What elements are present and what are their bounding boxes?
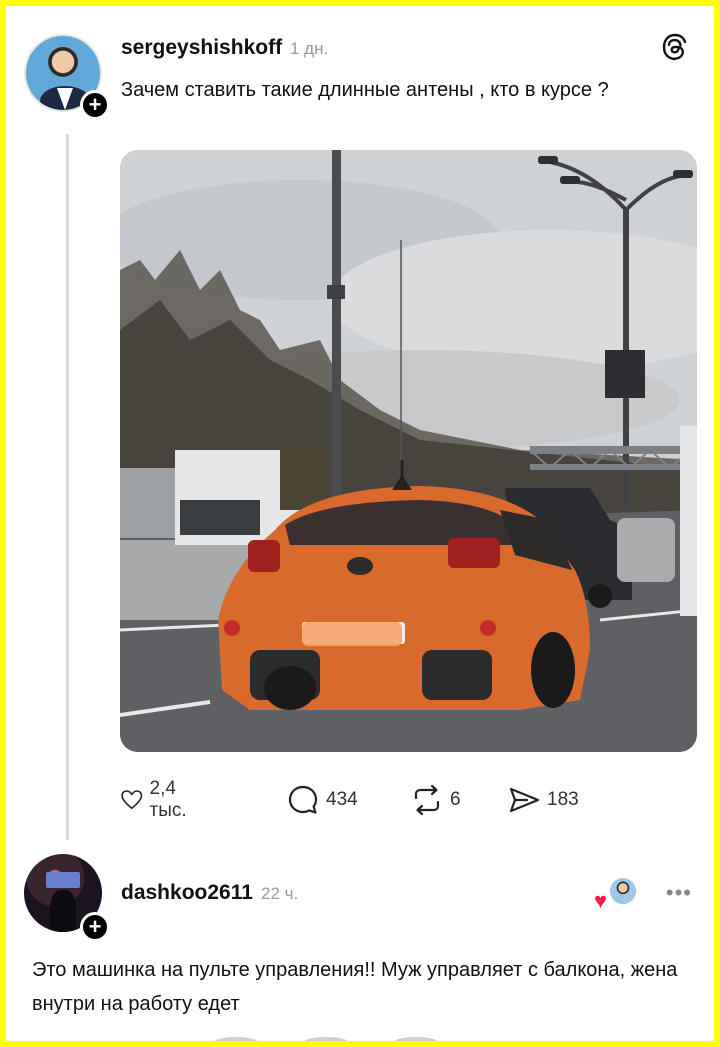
comment-count: 434 xyxy=(326,789,358,810)
more-icon[interactable]: ••• xyxy=(666,880,692,906)
post-author-avatar[interactable]: + xyxy=(24,34,110,120)
repost-icon xyxy=(414,784,440,816)
post-author-username[interactable]: sergeyshishkoff xyxy=(121,36,282,60)
post-timestamp: 1 дн. xyxy=(290,39,329,58)
like-button[interactable]: 2,4 тыс. xyxy=(120,778,197,821)
comment-button[interactable]: 434 xyxy=(286,780,358,820)
reply-author-avatar[interactable]: + xyxy=(24,854,110,942)
screenshot-frame: + sergeyshishkoff 1 дн. Зачем ставить та… xyxy=(6,6,714,1041)
share-count: 183 xyxy=(547,789,579,810)
author-avatar-mini xyxy=(608,876,638,906)
thread-connector-line xyxy=(66,134,69,840)
reply-author-username[interactable]: dashkoo2611 xyxy=(121,881,253,905)
like-count: 2,4 тыс. xyxy=(149,778,187,821)
heart-icon xyxy=(121,790,143,810)
heart-icon: ♥ xyxy=(594,888,608,913)
share-button[interactable]: 183 xyxy=(507,780,579,820)
post-text: Зачем ставить такие длинные антены , кто… xyxy=(121,79,609,101)
post-image[interactable] xyxy=(120,150,697,752)
comment-icon xyxy=(288,785,318,814)
reply-text: Это машинка на пульте управления!! Муж у… xyxy=(32,959,678,1015)
follow-plus-icon[interactable]: + xyxy=(80,912,110,942)
repost-count: 6 xyxy=(450,789,461,810)
share-icon xyxy=(509,787,540,813)
reply-timestamp: 22 ч. xyxy=(261,884,299,903)
liked-by-author-indicator: ♥ xyxy=(594,876,638,913)
follow-plus-icon[interactable]: + xyxy=(80,90,110,120)
threads-logo-icon[interactable] xyxy=(660,32,690,62)
repost-button[interactable]: 6 xyxy=(410,780,461,820)
next-content-edge xyxy=(214,1037,438,1041)
